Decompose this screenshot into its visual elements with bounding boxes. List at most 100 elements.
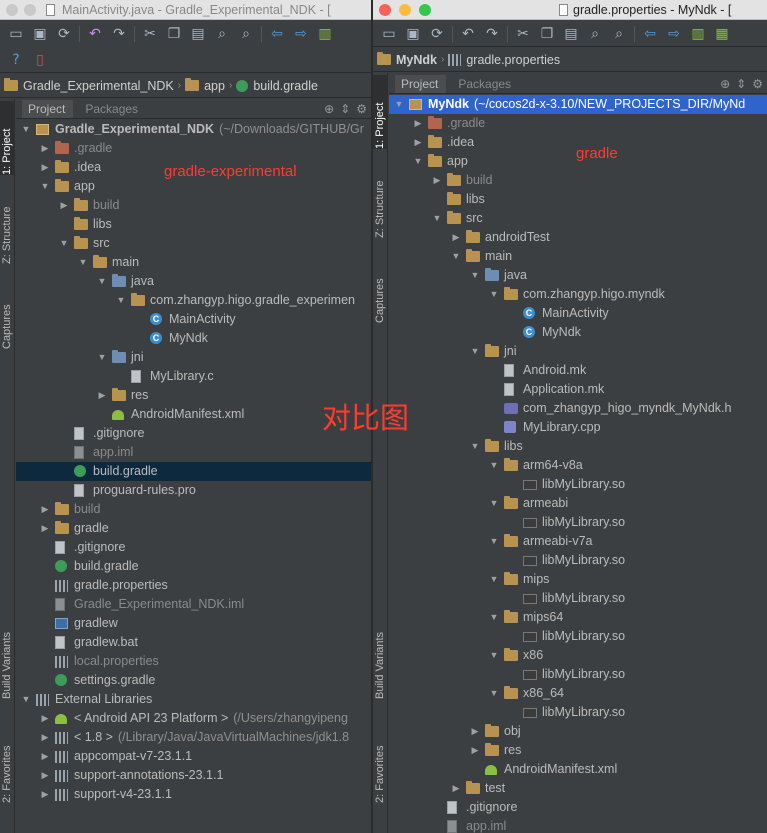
tree-row[interactable]: ▼ src xyxy=(16,234,371,253)
tree-row[interactable]: Android.mk xyxy=(389,361,767,380)
tree-row[interactable]: libMyLibrary.so xyxy=(389,551,767,570)
tree-row[interactable]: ▶ .gradle xyxy=(389,114,767,133)
collapse-right-arrow-icon[interactable]: ▶ xyxy=(39,766,51,785)
breadcrumb-file[interactable]: gradle.properties xyxy=(448,53,560,67)
structure-tool-tab[interactable]: Z: Structure xyxy=(0,194,15,264)
expand-down-arrow-icon[interactable]: ▼ xyxy=(115,291,127,310)
sync-icon[interactable]: ⟳ xyxy=(52,22,76,46)
tree-row[interactable]: libMyLibrary.so xyxy=(389,665,767,684)
tree-row[interactable]: .gitignore xyxy=(16,538,371,557)
expand-down-arrow-icon[interactable]: ▼ xyxy=(20,690,32,709)
tree-row[interactable]: libs xyxy=(16,215,371,234)
forward-icon[interactable]: ⇨ xyxy=(662,22,686,46)
tree-row[interactable]: ▼ armeabi xyxy=(389,494,767,513)
tree-row[interactable]: ▼ main xyxy=(16,253,371,272)
save-icon[interactable]: ▣ xyxy=(401,22,425,46)
expand-down-arrow-icon[interactable]: ▼ xyxy=(469,342,481,361)
tree-row[interactable]: ▶ support-v4-23.1.1 xyxy=(16,785,371,804)
tree-row[interactable]: ▼ java xyxy=(16,272,371,291)
build-icon[interactable]: ▥ xyxy=(686,22,710,46)
expand-down-arrow-icon[interactable]: ▼ xyxy=(488,285,500,304)
cut-icon[interactable]: ✂ xyxy=(511,22,535,46)
collapse-right-arrow-icon[interactable]: ▶ xyxy=(39,747,51,766)
tree-row[interactable]: ▶ .gradle xyxy=(16,139,371,158)
breadcrumb-app[interactable]: app › xyxy=(185,78,232,93)
collapse-icon[interactable]: ⇕ xyxy=(340,102,350,116)
project-tool-tab[interactable]: 1: Project xyxy=(0,101,15,175)
tree-row[interactable]: ▶ support-annotations-23.1.1 xyxy=(16,766,371,785)
tree-row[interactable]: .gitignore xyxy=(16,424,371,443)
tree-row[interactable]: com_zhangyp_higo_myndk_MyNdk.h xyxy=(389,399,767,418)
find-icon[interactable]: ⌕ xyxy=(210,22,234,46)
locate-icon[interactable]: ⊕ xyxy=(324,102,334,116)
undo-icon[interactable]: ↶ xyxy=(456,22,480,46)
tree-row[interactable]: app.iml xyxy=(16,443,371,462)
tree-row[interactable]: ▶ build xyxy=(389,171,767,190)
expand-down-arrow-icon[interactable]: ▼ xyxy=(58,234,70,253)
collapse-right-arrow-icon[interactable]: ▶ xyxy=(58,196,70,215)
tree-row[interactable]: ▼ x86_64 xyxy=(389,684,767,703)
cut-icon[interactable]: ✂ xyxy=(138,22,162,46)
tree-row[interactable]: ▼ Gradle_Experimental_NDK (~/Downloads/GIT… xyxy=(16,120,371,139)
collapse-right-arrow-icon[interactable]: ▶ xyxy=(412,114,424,133)
tree-row[interactable]: ▶ res xyxy=(389,741,767,760)
build-variants-tool-tab[interactable]: Build Variants xyxy=(0,624,15,699)
open-folder-icon[interactable]: ▭ xyxy=(377,22,401,46)
collapse-right-arrow-icon[interactable]: ▶ xyxy=(431,171,443,190)
device-icon[interactable]: ▯ xyxy=(28,48,52,72)
favorites-tool-tab[interactable]: 2: Favorites xyxy=(0,737,15,803)
tree-row[interactable]: app.iml xyxy=(389,817,767,833)
redo-icon[interactable]: ↷ xyxy=(107,22,131,46)
tree-row[interactable]: ▼ mips xyxy=(389,570,767,589)
captures-tool-tab[interactable]: Captures xyxy=(0,297,15,349)
tree-row[interactable]: ▼ java xyxy=(389,266,767,285)
collapse-right-arrow-icon[interactable]: ▶ xyxy=(39,728,51,747)
collapse-right-arrow-icon[interactable]: ▶ xyxy=(39,500,51,519)
tree-row[interactable]: build.gradle xyxy=(16,462,371,481)
expand-down-arrow-icon[interactable]: ▼ xyxy=(488,646,500,665)
save-icon[interactable]: ▣ xyxy=(28,22,52,46)
expand-down-arrow-icon[interactable]: ▼ xyxy=(450,247,462,266)
find-icon[interactable]: ⌕ xyxy=(583,22,607,46)
expand-down-arrow-icon[interactable]: ▼ xyxy=(77,253,89,272)
expand-down-arrow-icon[interactable]: ▼ xyxy=(96,348,108,367)
zoom-window-button[interactable] xyxy=(419,4,431,16)
collapse-icon[interactable]: ⇕ xyxy=(736,77,746,91)
paste-icon[interactable]: ▤ xyxy=(186,22,210,46)
tree-row[interactable]: ▶ androidTest xyxy=(389,228,767,247)
expand-down-arrow-icon[interactable]: ▼ xyxy=(469,266,481,285)
open-folder-icon[interactable]: ▭ xyxy=(4,22,28,46)
tree-row[interactable]: ▶ appcompat-v7-23.1.1 xyxy=(16,747,371,766)
tree-row[interactable]: ▶ build xyxy=(16,196,371,215)
packages-view-tab[interactable]: Packages xyxy=(452,75,519,93)
expand-down-arrow-icon[interactable]: ▼ xyxy=(412,152,424,171)
back-icon[interactable]: ⇦ xyxy=(638,22,662,46)
copy-icon[interactable]: ❐ xyxy=(162,22,186,46)
tree-row[interactable]: C MyNdk xyxy=(389,323,767,342)
structure-tool-tab[interactable]: Z: Structure xyxy=(373,168,388,238)
expand-down-arrow-icon[interactable]: ▼ xyxy=(488,570,500,589)
close-window-button[interactable] xyxy=(379,4,391,16)
expand-down-arrow-icon[interactable]: ▼ xyxy=(96,272,108,291)
gear-icon[interactable]: ⚙ xyxy=(752,77,763,91)
minimize-window-button[interactable] xyxy=(399,4,411,16)
expand-down-arrow-icon[interactable]: ▼ xyxy=(488,608,500,627)
tree-row[interactable]: ▼ armeabi-v7a xyxy=(389,532,767,551)
tree-row[interactable]: ▶ res xyxy=(16,386,371,405)
tree-row[interactable]: ▶ obj xyxy=(389,722,767,741)
tree-row[interactable]: local.properties xyxy=(16,652,371,671)
tree-row[interactable]: ▼ main xyxy=(389,247,767,266)
tree-row[interactable]: C MyNdk xyxy=(16,329,371,348)
collapse-right-arrow-icon[interactable]: ▶ xyxy=(39,139,51,158)
collapse-right-arrow-icon[interactable]: ▶ xyxy=(39,709,51,728)
paste-icon[interactable]: ▤ xyxy=(559,22,583,46)
breadcrumb-file[interactable]: build.gradle xyxy=(236,79,318,93)
replace-icon[interactable]: ⌕ xyxy=(607,22,631,46)
tree-row[interactable]: ▼ src xyxy=(389,209,767,228)
tree-row[interactable]: ▼ External Libraries xyxy=(16,690,371,709)
locate-icon[interactable]: ⊕ xyxy=(720,77,730,91)
collapse-right-arrow-icon[interactable]: ▶ xyxy=(469,722,481,741)
tree-row[interactable]: ▼ MyNdk (~/cocos2d-x-3.10/NEW_PROJECTS_DIR… xyxy=(389,95,767,114)
build-variants-tool-tab[interactable]: Build Variants xyxy=(373,624,388,699)
back-icon[interactable]: ⇦ xyxy=(265,22,289,46)
